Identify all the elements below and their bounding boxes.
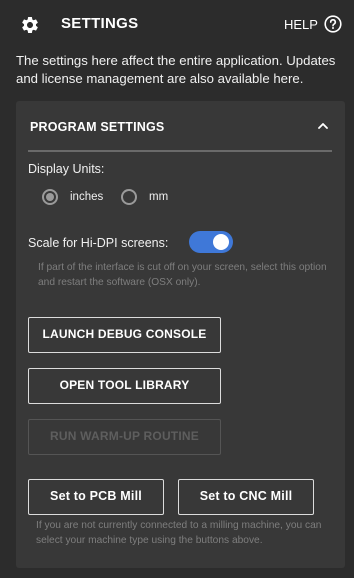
gear-icon xyxy=(22,16,38,33)
page-title: SETTINGS xyxy=(61,15,139,32)
toggle-knob xyxy=(213,234,229,250)
scale-hint-text: If part of the interface is cut off on y… xyxy=(38,262,327,288)
divider xyxy=(28,150,332,152)
intro-text: The settings here affect the entire appl… xyxy=(16,53,336,86)
question-circle-icon[interactable] xyxy=(324,15,342,33)
display-units-label: Display Units: xyxy=(28,162,105,176)
radio-inches-label[interactable]: inches xyxy=(70,191,103,203)
radio-mm[interactable] xyxy=(121,189,137,205)
scale-hidpi-label: Scale for Hi-DPI screens: xyxy=(28,236,169,250)
panel-title[interactable]: PROGRAM SETTINGS xyxy=(30,120,164,134)
radio-inches[interactable] xyxy=(42,189,58,205)
program-settings-panel: PROGRAM SETTINGS Display Units: inches m… xyxy=(16,101,345,568)
run-warm-up-routine-button: RUN WARM-UP ROUTINE xyxy=(28,419,221,455)
set-pcb-mill-button[interactable]: Set to PCB Mill xyxy=(28,479,164,515)
help-link[interactable]: HELP xyxy=(284,17,318,32)
machine-hint-text: If you are not currently connected to a … xyxy=(36,520,322,546)
open-tool-library-button[interactable]: OPEN TOOL LIBRARY xyxy=(28,368,221,404)
launch-debug-console-button[interactable]: LAUNCH DEBUG CONSOLE xyxy=(28,317,221,353)
header: SETTINGS HELP xyxy=(0,0,354,50)
radio-mm-label[interactable]: mm xyxy=(149,191,168,203)
set-cnc-mill-button[interactable]: Set to CNC Mill xyxy=(178,479,314,515)
scale-hidpi-toggle[interactable] xyxy=(189,231,233,253)
chevron-up-icon[interactable] xyxy=(316,119,330,133)
